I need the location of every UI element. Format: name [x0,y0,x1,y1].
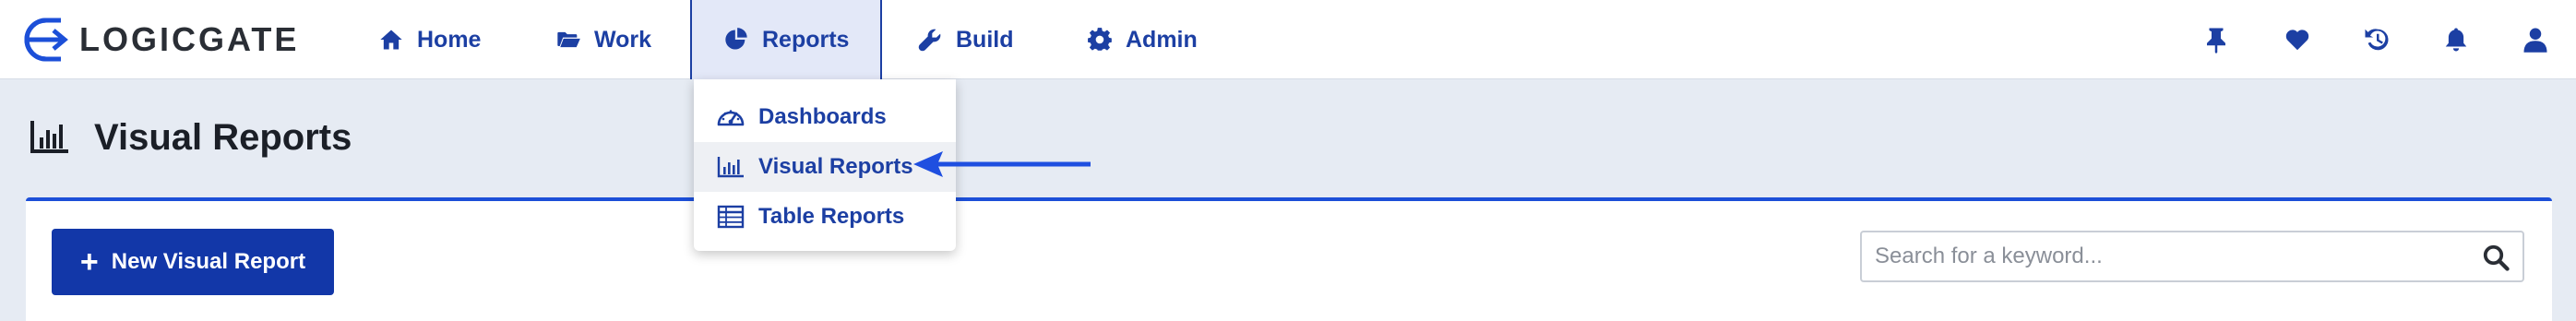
history-button[interactable] [2360,23,2393,56]
home-icon [380,30,402,50]
page-header: Visual Reports [30,114,352,160]
pin-button[interactable] [2200,23,2233,56]
search-box [1860,231,2524,282]
nav-reports[interactable]: Reports [690,0,882,79]
folder-open-icon [557,31,580,48]
user-menu-button[interactable] [2519,23,2552,56]
annotation-arrow-icon [913,151,1091,177]
menu-item-dashboards-label: Dashboards [758,104,887,129]
gauge-icon [717,110,745,126]
nav-build-label: Build [956,26,1014,53]
menu-item-table-reports-label: Table Reports [758,204,905,229]
nav-admin-label: Admin [1126,26,1198,53]
nav-build[interactable]: Build [917,0,1037,79]
logicgate-logo-icon [24,16,70,64]
nav-home[interactable]: Home [378,0,507,79]
menu-item-dashboards[interactable]: Dashboards [694,92,956,142]
logo[interactable]: LOGICGATE [22,15,299,65]
plus-icon: + [79,244,99,279]
table-icon [717,205,745,229]
nav-home-label: Home [417,26,482,53]
bar-chart-icon [30,121,68,153]
bar-chart-icon [717,157,744,178]
pie-chart-icon [725,28,747,50]
notifications-button[interactable] [2439,23,2473,56]
new-visual-report-label: New Visual Report [111,249,306,274]
page-title: Visual Reports [94,116,352,158]
wrench-icon [918,29,941,52]
user-icon [2523,28,2547,53]
search-icon[interactable] [2482,244,2510,271]
menu-item-visual-reports-label: Visual Reports [758,154,913,179]
nav-work-label: Work [594,26,652,53]
nav-work[interactable]: Work [555,0,666,79]
history-icon [2365,29,2389,51]
gear-icon [1088,28,1112,51]
menu-item-table-reports[interactable]: Table Reports [694,192,956,242]
pin-icon [2207,28,2225,54]
top-nav-bar: LOGICGATE Home Work Reports Build Admin [0,0,2576,79]
search-input[interactable] [1862,232,2462,280]
nav-admin[interactable]: Admin [1087,0,1216,79]
new-visual-report-button[interactable]: + New Visual Report [52,229,334,295]
brand-name: LOGICGATE [79,20,300,58]
nav-reports-label: Reports [762,26,850,53]
heart-icon [2285,30,2309,51]
favorites-button[interactable] [2281,23,2314,56]
bell-icon [2445,28,2467,52]
